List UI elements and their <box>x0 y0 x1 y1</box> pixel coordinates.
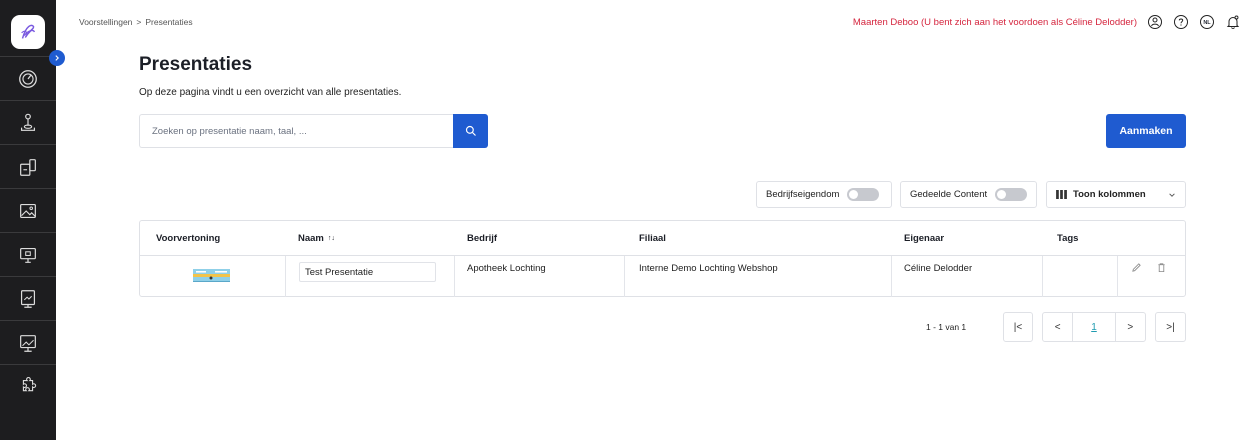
display-icon[interactable] <box>0 276 56 320</box>
impersonation-notice: Maarten Deboo (U bent zich aan het voord… <box>852 16 1137 28</box>
preview-image <box>193 269 230 282</box>
header-actions: Maarten Deboo (U bent zich aan het voord… <box>853 11 1241 33</box>
header-branch: Filiaal <box>639 232 666 244</box>
prev-page-button[interactable]: < <box>1043 322 1072 333</box>
create-button[interactable]: Aanmaken <box>1106 114 1186 148</box>
company-cell: Apotheek Lochting <box>467 263 546 274</box>
language-icon[interactable]: NL <box>1199 14 1215 30</box>
header-name[interactable]: Naam ↑↓ <box>298 221 335 255</box>
header-preview: Voorvertoning <box>156 232 221 244</box>
dashboard-icon[interactable] <box>0 56 56 100</box>
sort-icon[interactable]: ↑↓ <box>328 235 335 242</box>
breadcrumb-link-voorstellingen[interactable]: Voorstellingen <box>79 17 132 27</box>
joystick-icon[interactable] <box>0 100 56 144</box>
header-company: Bedrijf <box>467 232 498 244</box>
first-page-button[interactable]: |< <box>1003 312 1033 342</box>
search-input[interactable] <box>139 114 453 148</box>
edit-icon[interactable] <box>1131 256 1142 297</box>
next-page-button[interactable]: > <box>1116 322 1145 333</box>
last-page-button[interactable]: >| <box>1155 312 1186 342</box>
presentations-table: Voorvertoning Naam ↑↓ Bedrijf Filiaal Ei… <box>139 220 1186 297</box>
table-row[interactable]: Test Presentatie Apotheek Lochting Inter… <box>140 256 1185 297</box>
page-description: Op deze pagina vindt u een overzicht van… <box>139 87 402 98</box>
header-name-label: Naam <box>298 232 324 244</box>
image-icon[interactable] <box>0 188 56 232</box>
devices-icon[interactable] <box>0 144 56 188</box>
header-tags: Tags <box>1057 232 1079 244</box>
delete-icon[interactable] <box>1156 256 1167 297</box>
breadcrumb: Voorstellingen > Presentaties <box>79 17 193 27</box>
current-page[interactable]: 1 <box>1072 313 1116 341</box>
shared-content-filter[interactable]: Gedeelde Content <box>900 181 1037 208</box>
company-owned-label: Bedrijfseigendom <box>766 189 840 200</box>
sidebar <box>0 0 56 440</box>
search-bar <box>139 114 488 148</box>
monitor-icon[interactable] <box>0 232 56 276</box>
notification-bell-icon[interactable] <box>1225 14 1241 30</box>
owner-cell: Céline Delodder <box>904 263 973 274</box>
presentation-icon[interactable] <box>0 320 56 364</box>
logo-icon[interactable] <box>11 15 45 49</box>
shared-content-toggle[interactable] <box>995 188 1027 201</box>
breadcrumb-separator: > <box>136 17 142 27</box>
page-navigator: < 1 > <box>1042 312 1146 342</box>
presentation-name-field[interactable]: Test Presentatie <box>299 262 436 282</box>
help-icon[interactable] <box>1173 14 1189 30</box>
table-header: Voorvertoning Naam ↑↓ Bedrijf Filiaal Ei… <box>140 221 1185 256</box>
columns-dropdown[interactable]: Toon kolommen <box>1046 181 1186 208</box>
search-icon <box>465 125 476 136</box>
branch-cell: Interne Demo Lochting Webshop <box>639 263 778 274</box>
page-title: Presentaties <box>139 54 253 75</box>
columns-label: Toon kolommen <box>1073 189 1146 200</box>
shared-content-label: Gedeelde Content <box>910 189 988 200</box>
expand-sidebar-button[interactable] <box>49 50 65 66</box>
company-owned-toggle[interactable] <box>847 188 880 201</box>
search-button[interactable] <box>453 114 488 148</box>
company-owned-filter[interactable]: Bedrijfseigendom <box>756 181 892 208</box>
user-switch-icon[interactable] <box>1147 14 1163 30</box>
breadcrumb-current: Presentaties <box>145 17 193 27</box>
header-owner: Eigenaar <box>904 232 945 244</box>
pagination-summary: 1 - 1 van 1 <box>926 322 967 332</box>
chevron-down-icon <box>1169 192 1175 197</box>
name-cell: Test Presentatie <box>299 256 436 297</box>
puzzle-icon[interactable] <box>0 364 56 408</box>
columns-icon <box>1056 190 1067 199</box>
language-code: NL <box>1203 19 1211 26</box>
preview-thumbnail[interactable] <box>193 256 230 297</box>
